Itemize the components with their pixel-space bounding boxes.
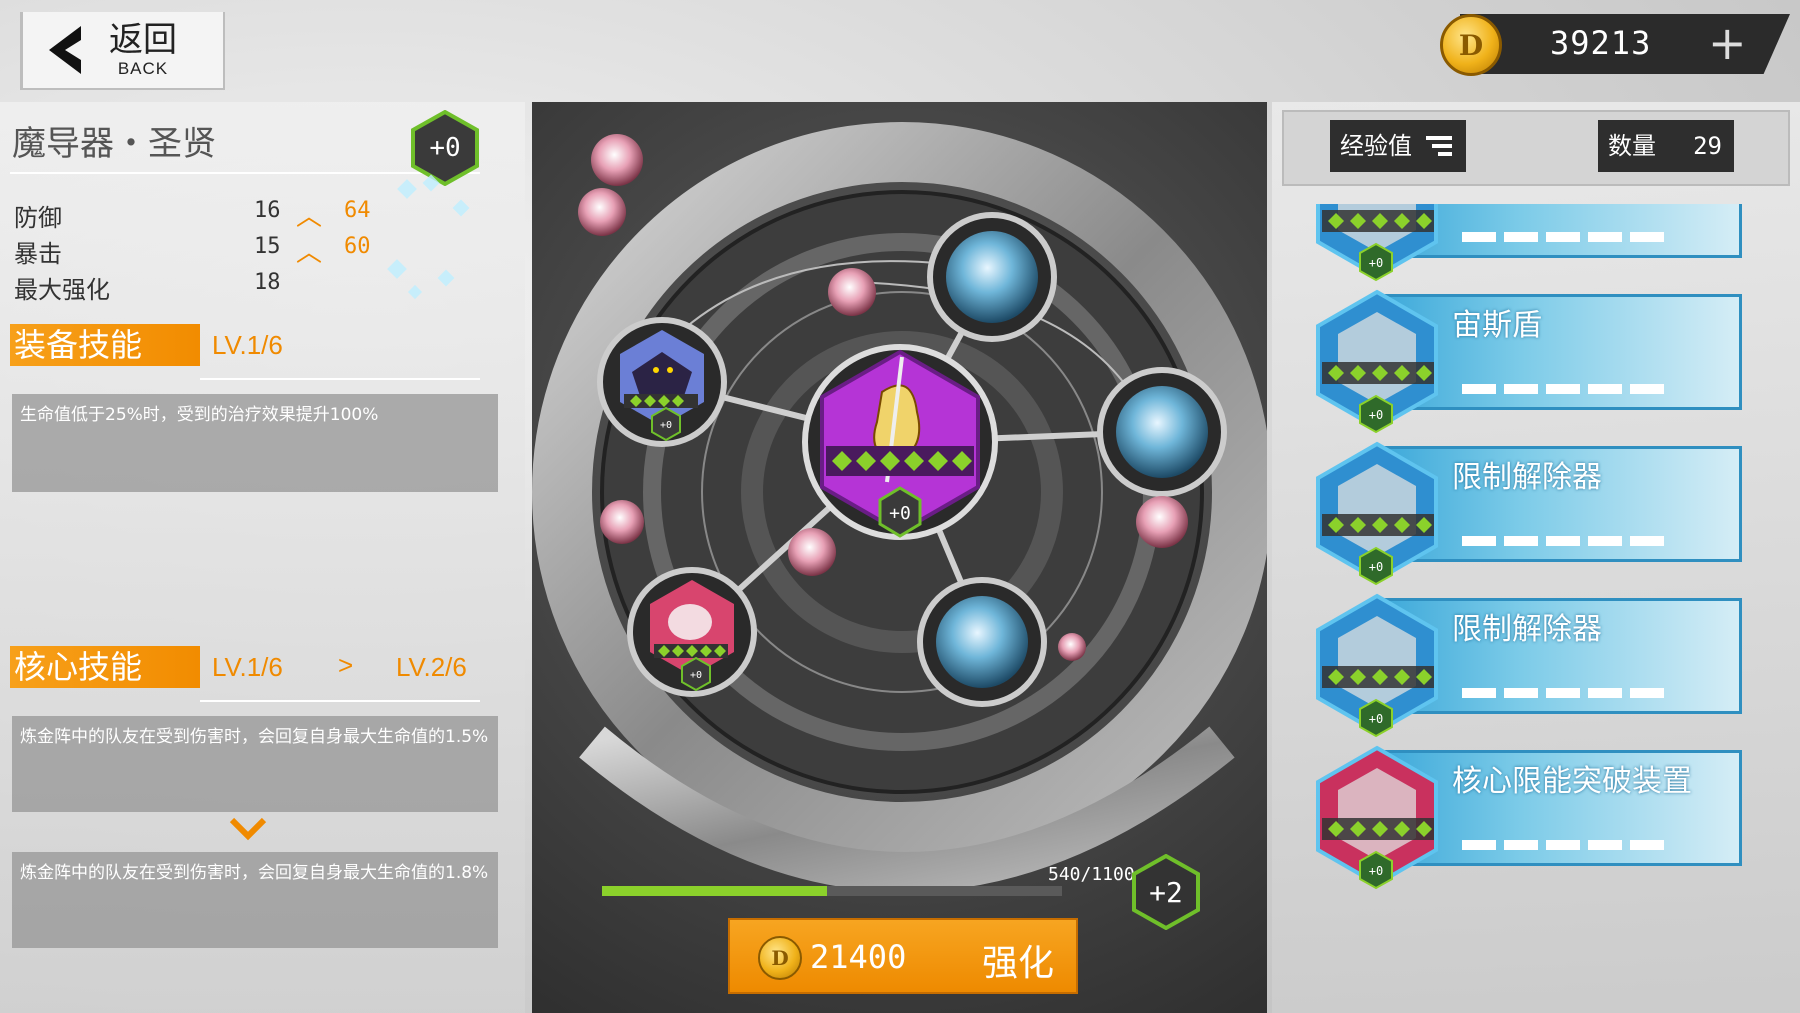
back-label: 返回 BACK: [109, 21, 177, 79]
core-skill-level-next: LV.2/6: [396, 652, 467, 682]
back-button[interactable]: 返回 BACK: [20, 12, 225, 90]
equipped-slot-2: +0: [627, 567, 757, 697]
material-name: 限制解除器: [1452, 612, 1602, 647]
core-skill-description-current: 炼金阵中的队友在受到伤害时，会回复自身最大生命值的1.5%: [12, 716, 498, 812]
main-equipment-core: +0: [802, 344, 998, 540]
material-badge: +0: [1369, 712, 1383, 726]
material-level-dashes: [1462, 536, 1664, 546]
material-count: 数量 29: [1598, 120, 1734, 172]
stat-value: 18: [254, 270, 281, 295]
coin-icon: D: [1440, 14, 1502, 76]
back-label-en: BACK: [117, 59, 169, 78]
stat-value: 15: [254, 234, 281, 259]
core-skill-tag: 核心技能: [10, 646, 200, 688]
material-icon: +0: [1312, 590, 1442, 740]
core-skill-description-next: 炼金阵中的队友在受到伤害时，会回复自身最大生命值的1.8%: [12, 852, 498, 948]
equip-skill-level: LV.1/6: [212, 330, 283, 360]
sort-icon: [1426, 136, 1452, 156]
material-card[interactable]: 限制解除器 +0: [1312, 438, 1742, 586]
equipment-detail-panel: 魔导器・圣贤 +0 防御 16 ︿ 64 暴击 15 ︿ 60 最大强化 18 …: [0, 102, 525, 1013]
svg-text:+0: +0: [690, 670, 702, 681]
stat-label: 防御: [14, 204, 62, 232]
stat-label: 最大强化: [14, 276, 110, 304]
back-arrow-icon: [39, 20, 99, 80]
exp-progress-bar: [602, 886, 1062, 896]
level-arrow-icon: >: [338, 650, 354, 680]
material-badge: +0: [1369, 864, 1383, 878]
material-card[interactable]: +0: [1312, 204, 1742, 282]
upgrade-button[interactable]: D 21400 强化: [728, 918, 1078, 994]
stat-row-defense: 防御 16 ︿ 64: [14, 198, 394, 232]
svg-text:+0: +0: [889, 503, 911, 524]
svg-text:+2: +2: [1149, 876, 1183, 909]
equip-skill-description: 生命值低于25%时，受到的治疗效果提升100%: [12, 394, 498, 492]
upgrade-cost: 21400: [810, 938, 907, 976]
coin-icon: D: [758, 936, 802, 980]
back-label-cn: 返回: [109, 20, 177, 60]
svg-text:+0: +0: [660, 420, 672, 431]
material-icon: +0: [1312, 204, 1442, 284]
increase-arrow-icon: ︿: [296, 238, 323, 268]
enhance-level-text: +0: [429, 133, 460, 163]
material-level-dashes: [1462, 232, 1664, 242]
increase-arrow-icon: ︿: [296, 202, 323, 232]
material-icon: +0: [1312, 438, 1442, 588]
sort-label: 经验值: [1340, 132, 1412, 160]
material-name: 限制解除器: [1452, 460, 1602, 495]
material-level-dashes: [1462, 384, 1664, 394]
sort-by-exp-button[interactable]: 经验值: [1330, 120, 1466, 172]
divider: [200, 378, 480, 380]
material-card[interactable]: 宙斯盾 +0: [1312, 286, 1742, 434]
currency-bar: D 39213 +: [1440, 14, 1790, 76]
core-skill-level-current: LV.1/6: [212, 652, 283, 682]
stat-new-value: 64: [344, 198, 371, 223]
level-gain-badge: +2: [1132, 853, 1200, 931]
stat-label: 暴击: [14, 240, 62, 268]
material-name: 宙斯盾: [1452, 308, 1542, 343]
material-level-dashes: [1462, 840, 1664, 850]
material-card[interactable]: 核心限能突破装置 +0: [1312, 742, 1742, 890]
material-badge: +0: [1369, 256, 1383, 270]
count-label: 数量: [1608, 132, 1656, 160]
material-list[interactable]: +0 宙斯盾 +0 限制解除器 +0 限制解除器 +0 核心限能突破装置 +0: [1272, 204, 1800, 1013]
equipped-slot-1: +0: [597, 317, 727, 447]
count-value: 29: [1693, 132, 1722, 160]
equip-skill-tag: 装备技能: [10, 324, 200, 366]
stat-new-value: 60: [344, 234, 371, 259]
material-icon: +0: [1312, 742, 1442, 892]
currency-amount: 39213: [1550, 24, 1652, 62]
material-name: 核心限能突破装置: [1452, 764, 1692, 799]
chevron-down-icon: [229, 817, 267, 841]
material-icon: +0: [1312, 286, 1442, 436]
material-badge: +0: [1369, 408, 1383, 422]
equipment-name: 魔导器・圣贤: [12, 124, 216, 164]
stat-value: 16: [254, 198, 281, 223]
divider: [200, 700, 480, 702]
material-level-dashes: [1462, 688, 1664, 698]
exp-progress-fill: [602, 886, 828, 896]
stat-row-max-enhance: 最大强化 18: [14, 270, 394, 304]
material-badge: +0: [1369, 560, 1383, 574]
material-card[interactable]: 限制解除器 +0: [1312, 590, 1742, 738]
exp-progress-text: 540/1100: [1048, 864, 1135, 885]
stat-row-crit: 暴击 15 ︿ 60: [14, 234, 394, 268]
add-currency-button[interactable]: +: [1708, 18, 1747, 68]
upgrade-label: 强化: [982, 943, 1055, 984]
sparkle-decoration: [387, 174, 470, 300]
